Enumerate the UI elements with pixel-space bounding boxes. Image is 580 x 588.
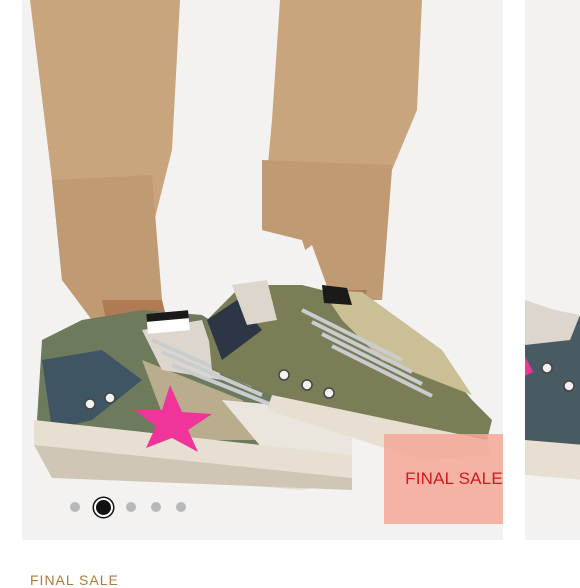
carousel-dot-active[interactable] <box>94 497 113 517</box>
final-sale-badge: FINAL SALE <box>384 434 503 524</box>
next-listing-photo[interactable] <box>525 0 580 540</box>
carousel-dot[interactable] <box>70 502 80 512</box>
sneaker-side-photo <box>525 0 580 540</box>
final-sale-label: FINAL SALE <box>30 572 119 588</box>
carousel-dot[interactable] <box>176 502 186 512</box>
carousel-pagination <box>70 497 201 517</box>
final-sale-badge-text: FINAL SALE <box>405 469 503 488</box>
listing-photo[interactable]: FINAL SALE <box>22 0 503 540</box>
carousel-dot[interactable] <box>126 502 136 512</box>
image-carousel[interactable]: FINAL SALE <box>0 0 580 540</box>
carousel-dot[interactable] <box>151 502 161 512</box>
